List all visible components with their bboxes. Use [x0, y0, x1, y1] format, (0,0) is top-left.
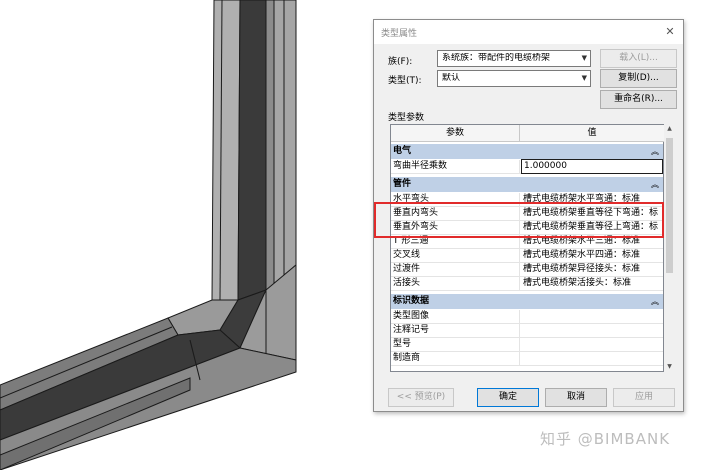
type-params-label: 类型参数: [388, 113, 425, 123]
param-value[interactable]: [521, 310, 663, 324]
family-value: 系统族：带配件的电缆桥架: [442, 53, 551, 63]
chevron-down-icon: ▼: [581, 54, 587, 62]
table-row[interactable]: 弯曲半径乘数 1.000000: [391, 159, 663, 174]
watermark: 知乎 @BIMBANK: [540, 430, 671, 448]
param-name: 注释记号: [391, 324, 520, 338]
param-value[interactable]: 槽式电缆桥架水平四通：标准: [521, 249, 663, 263]
param-name: 型号: [391, 338, 520, 352]
scroll-down-icon[interactable]: ▼: [665, 362, 673, 372]
preview-button[interactable]: << 预览(P): [388, 388, 454, 407]
table-row[interactable]: 制造商: [391, 352, 663, 366]
param-name: 类型图像: [391, 310, 520, 324]
dialog-title: 类型属性: [381, 29, 418, 39]
param-value[interactable]: [521, 352, 663, 366]
load-button[interactable]: 载入(L)...: [600, 49, 677, 68]
group-electrical[interactable]: 电气 ︽: [391, 144, 663, 159]
scroll-up-icon[interactable]: ▲: [665, 124, 673, 134]
collapse-icon[interactable]: ︽: [651, 294, 659, 309]
highlight-box: [374, 202, 664, 238]
param-value[interactable]: 槽式电缆桥架异径接头：标准: [521, 263, 663, 277]
cable-tray-vertical: [211, 0, 297, 301]
chevron-down-icon: ▼: [581, 74, 587, 82]
family-label: 族(F):: [388, 57, 413, 67]
dialog-titlebar[interactable]: 类型属性 ✕: [374, 20, 683, 44]
table-row[interactable]: 型号: [391, 338, 663, 352]
cancel-button[interactable]: 取消: [545, 388, 607, 407]
param-value-input[interactable]: 1.000000: [521, 159, 663, 174]
family-combo[interactable]: 系统族：带配件的电缆桥架 ▼: [437, 50, 591, 67]
type-label: 类型(T):: [388, 76, 422, 86]
param-name: 过渡件: [391, 263, 520, 277]
param-name: 交叉线: [391, 249, 520, 263]
property-grid-body: 参数 值 电气 ︽ 弯曲半径乘数 1.000000 管件 ︽ 水平弯头 槽式电缆…: [390, 124, 664, 372]
group-label: 标识数据: [393, 296, 430, 306]
apply-button[interactable]: 应用: [613, 388, 675, 407]
table-row[interactable]: 注释记号: [391, 324, 663, 338]
param-value[interactable]: [521, 338, 663, 352]
table-row[interactable]: 活接头 槽式电缆桥架活接头：标准: [391, 277, 663, 291]
type-value: 默认: [442, 73, 461, 83]
table-row[interactable]: 交叉线 槽式电缆桥架水平四通：标准: [391, 249, 663, 263]
rename-button[interactable]: 重命名(R)...: [600, 90, 677, 109]
table-row[interactable]: 过渡件 槽式电缆桥架异径接头：标准: [391, 263, 663, 277]
collapse-icon[interactable]: ︽: [651, 177, 659, 192]
collapse-icon[interactable]: ︽: [651, 144, 659, 159]
param-name: 弯曲半径乘数: [391, 160, 520, 174]
group-fittings[interactable]: 管件 ︽: [391, 177, 663, 192]
vertical-scrollbar[interactable]: ▲ ▼: [665, 124, 673, 372]
column-header-value[interactable]: 值: [520, 125, 664, 142]
group-identity[interactable]: 标识数据 ︽: [391, 294, 663, 309]
param-value[interactable]: 槽式电缆桥架活接头：标准: [521, 277, 663, 291]
scroll-thumb[interactable]: [666, 138, 673, 273]
table-row[interactable]: 类型图像: [391, 310, 663, 324]
duplicate-button[interactable]: 复制(D)...: [600, 69, 677, 88]
group-label: 管件: [393, 179, 412, 189]
property-grid: 参数 值 电气 ︽ 弯曲半径乘数 1.000000 管件 ︽ 水平弯头 槽式电缆…: [390, 124, 673, 372]
close-icon[interactable]: ✕: [661, 23, 679, 41]
param-name: 活接头: [391, 277, 520, 291]
column-header-param[interactable]: 参数: [391, 125, 520, 142]
param-value[interactable]: [521, 324, 663, 338]
group-label: 电气: [393, 146, 412, 156]
ok-button[interactable]: 确定: [477, 388, 539, 407]
param-name: 制造商: [391, 352, 520, 366]
type-combo[interactable]: 默认 ▼: [437, 70, 591, 87]
